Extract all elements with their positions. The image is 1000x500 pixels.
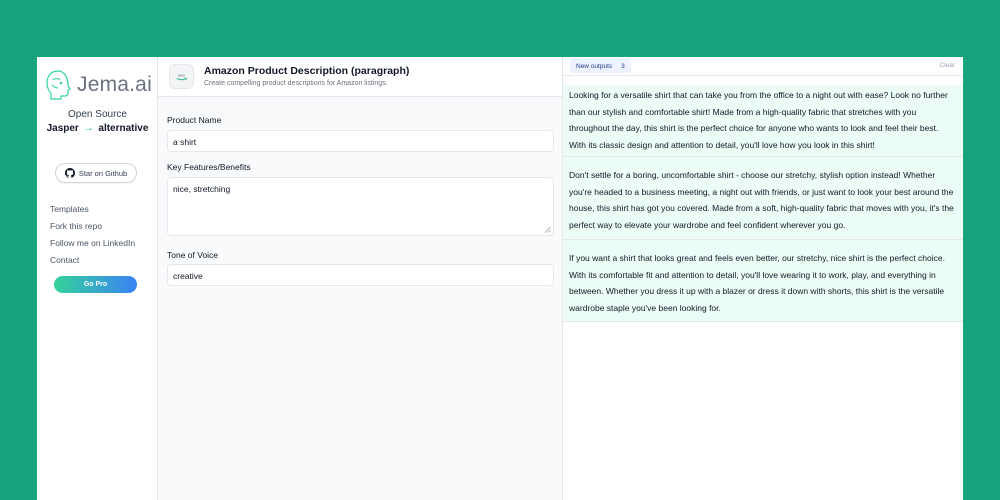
tagline-open-source: Open Source [68, 109, 127, 120]
github-icon [64, 168, 75, 178]
tagline-alternative: Jasper → alternative [37, 123, 158, 134]
product-name-label: Product Name [167, 115, 222, 125]
amazon-logo-icon: aws [176, 73, 187, 81]
form-panel: aws Amazon Product Description (paragrap… [158, 57, 563, 500]
svg-text:aws: aws [178, 73, 185, 78]
tool-description: Create compelling product descriptions f… [204, 80, 388, 87]
logo-text: Jema.ai [77, 73, 152, 96]
github-button-label: Star on Github [78, 168, 128, 178]
clear-button[interactable]: Clear [939, 62, 955, 69]
arrow-right-icon: → [83, 123, 94, 134]
tool-title: Amazon Product Description (paragraph) [204, 65, 410, 77]
tagline-alternative-word: alternative [98, 123, 149, 134]
sidebar-nav: Templates Fork this repo Follow me on Li… [50, 203, 135, 271]
robot-head-logo-icon [46, 70, 71, 100]
output-toolbar: New outputs 3 Clear [563, 57, 963, 76]
output-item: Looking for a versatile shirt that can t… [563, 85, 963, 157]
sidebar-item-templates[interactable]: Templates [50, 203, 135, 220]
app-window: Jema.ai Open Source Jasper → alternative… [37, 57, 963, 500]
tone-of-voice-label: Tone of Voice [167, 250, 219, 260]
output-panel: New outputs 3 Clear Looking for a versat… [563, 57, 963, 500]
logo[interactable]: Jema.ai [45, 69, 152, 101]
tone-of-voice-input[interactable]: creative [167, 264, 554, 286]
key-features-label: Key Features/Benefits [167, 162, 251, 172]
output-item: Don't settle for a boring, uncomfortable… [563, 157, 963, 240]
sidebar-item-fork-repo[interactable]: Fork this repo [50, 220, 135, 237]
product-name-input[interactable]: a shirt [167, 130, 554, 152]
key-features-value: nice, stretching [173, 184, 231, 194]
amazon-icon: aws [169, 64, 194, 89]
tab-new-outputs[interactable]: New outputs 3 [570, 59, 631, 73]
tool-header: aws Amazon Product Description (paragrap… [158, 57, 562, 97]
resize-grip-icon[interactable] [544, 226, 551, 233]
star-on-github-button[interactable]: Star on Github [55, 163, 137, 183]
tagline-jasper: Jasper [46, 123, 79, 134]
sidebar-item-linkedin[interactable]: Follow me on LinkedIn [50, 237, 135, 254]
sidebar-item-contact[interactable]: Contact [50, 254, 135, 271]
sidebar: Jema.ai Open Source Jasper → alternative… [37, 57, 158, 500]
go-pro-button[interactable]: Go Pro [54, 276, 137, 293]
output-count-badge: 3 [621, 62, 625, 70]
key-features-textarea[interactable]: nice, stretching [167, 177, 554, 236]
tab-new-outputs-label: New outputs [576, 62, 613, 70]
output-item: If you want a shirt that looks great and… [563, 240, 963, 322]
